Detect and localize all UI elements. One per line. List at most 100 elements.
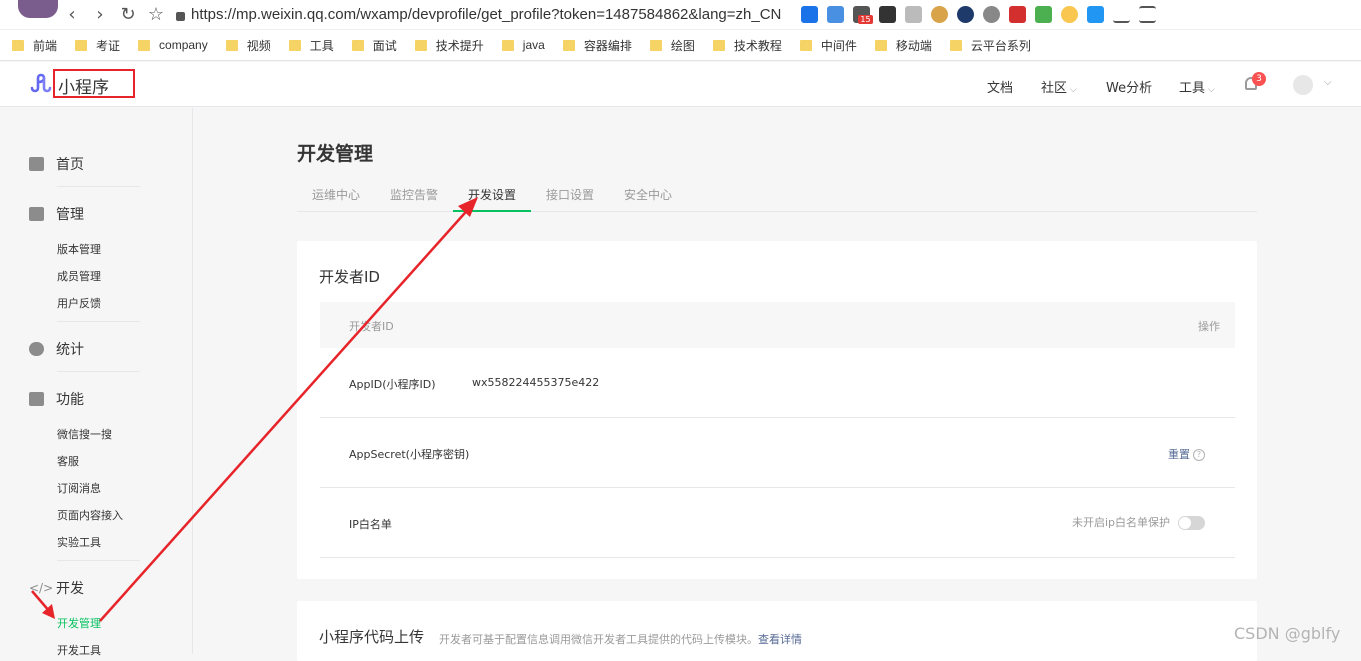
folder-icon	[225, 39, 238, 51]
sidebar-item-dev-tools[interactable]: 开发工具	[57, 642, 101, 658]
reload-button[interactable]: ↻	[114, 4, 142, 25]
sidebar-section-manage[interactable]: 管理	[29, 204, 84, 224]
forward-button[interactable]: ›	[86, 4, 114, 25]
row-label: AppSecret(小程序密钥)	[349, 448, 470, 461]
miniprogram-logo-icon[interactable]	[29, 72, 53, 94]
bookmark-folder[interactable]: company	[138, 38, 208, 52]
tab-dev-settings[interactable]: 开发设置	[468, 186, 516, 203]
folder-icon	[562, 39, 575, 51]
row-label: AppID(小程序ID)	[349, 378, 436, 391]
table-row: IP白名单 未开启ip白名单保护	[320, 488, 1235, 558]
extension-icon[interactable]	[1061, 6, 1079, 23]
sidebar-item-version[interactable]: 版本管理	[57, 241, 101, 257]
sidebar-item-stats[interactable]: 统计	[29, 339, 84, 359]
sidebar-section-features[interactable]: 功能	[29, 389, 84, 409]
divider	[57, 186, 140, 187]
address-bar[interactable]: https://mp.weixin.qq.com/wxamp/devprofil…	[176, 6, 781, 23]
nav-we-analysis[interactable]: We分析	[1106, 77, 1152, 96]
sidebar-item-lab-tools[interactable]: 实验工具	[57, 534, 101, 550]
extension-icon[interactable]	[905, 6, 923, 23]
folder-icon	[712, 39, 725, 51]
nav-docs[interactable]: 文档	[987, 77, 1013, 96]
folder-icon	[649, 39, 662, 51]
view-details-link[interactable]: 查看详情	[758, 633, 802, 646]
sidebar-item-search[interactable]: 微信搜一搜	[57, 426, 112, 442]
sidebar: 首页 管理 版本管理 成员管理 用户反馈 统计 功能 微信搜一搜 客服 订阅消息…	[0, 108, 193, 657]
divider	[57, 371, 140, 372]
chevron-down-icon[interactable]: ⌵	[1324, 77, 1332, 88]
sidebar-item-members[interactable]: 成员管理	[57, 268, 101, 284]
tab-monitoring[interactable]: 监控告警	[390, 186, 438, 203]
extension-icon[interactable]	[801, 6, 819, 23]
divider	[57, 560, 140, 561]
bookmark-folder[interactable]: 容器编排	[562, 37, 632, 54]
bookmark-folder[interactable]: 工具	[288, 37, 334, 54]
bookmark-folder[interactable]: 绘图	[649, 37, 695, 54]
bookmark-star-button[interactable]: ☆	[142, 4, 170, 25]
extension-icon[interactable]	[957, 6, 975, 23]
bookmark-folder[interactable]: 视频	[225, 37, 271, 54]
tab-ops-center[interactable]: 运维中心	[312, 186, 360, 203]
sidebar-item-subscribe-msg[interactable]: 订阅消息	[57, 480, 101, 496]
lock-icon	[176, 11, 185, 21]
avatar[interactable]	[1293, 75, 1313, 95]
folder-icon	[874, 39, 887, 51]
folder-icon	[501, 39, 514, 51]
menu-icon[interactable]	[1139, 6, 1157, 23]
column-header: 操作	[1198, 320, 1220, 333]
back-button[interactable]: ‹	[58, 4, 86, 25]
extension-icon[interactable]	[879, 6, 897, 23]
folder-icon	[138, 39, 151, 51]
tab-api-settings[interactable]: 接口设置	[546, 186, 594, 203]
extension-icon[interactable]	[983, 6, 1001, 23]
browser-toolbar: ‹ › ↻ ☆ https://mp.weixin.qq.com/wxamp/d…	[0, 0, 1361, 30]
watermark: CSDN @gblfy	[1234, 624, 1341, 643]
ip-whitelist-toggle[interactable]	[1178, 516, 1205, 530]
tab-favicon[interactable]	[18, 0, 58, 18]
sidebar-section-dev[interactable]: </> 开发	[29, 578, 84, 598]
bookmark-folder[interactable]: 技术提升	[414, 37, 484, 54]
bookmark-folder[interactable]: 技术教程	[712, 37, 782, 54]
brand-title[interactable]: 小程序	[58, 73, 109, 98]
sidebar-item-home[interactable]: 首页	[29, 154, 84, 174]
sidebar-item-content-access[interactable]: 页面内容接入	[57, 507, 123, 523]
table-row: AppSecret(小程序密钥) 重置?	[320, 418, 1235, 488]
bookmark-folder[interactable]: java	[501, 38, 545, 52]
active-tab-indicator	[453, 210, 531, 212]
code-upload-desc: 开发者可基于配置信息调用微信开发者工具提供的代码上传模块。查看详情	[439, 633, 802, 646]
translate-icon[interactable]	[827, 6, 845, 23]
grid-icon	[29, 392, 44, 406]
nav-tools[interactable]: 工具 ⌵	[1179, 77, 1215, 96]
reset-secret-link[interactable]: 重置?	[1168, 446, 1205, 462]
ip-whitelist-control: 未开启ip白名单保护	[1072, 514, 1205, 530]
extension-icon[interactable]: 15	[853, 6, 873, 24]
sidebar-item-customer-service[interactable]: 客服	[57, 453, 79, 469]
bookmark-folder[interactable]: 云平台系列	[949, 37, 1031, 54]
folder-icon	[414, 39, 427, 51]
bookmark-folder[interactable]: 移动端	[874, 37, 932, 54]
page-title: 开发管理	[297, 143, 374, 165]
chevron-down-icon: ⌵	[1205, 85, 1215, 95]
extension-icon[interactable]	[1009, 6, 1027, 23]
bookmark-folder[interactable]: 考证	[75, 37, 120, 54]
bookmark-folder[interactable]: 前端	[12, 37, 57, 54]
sidebar-item-dev-manage[interactable]: 开发管理	[57, 615, 101, 631]
divider	[57, 321, 140, 322]
bookmark-folder[interactable]: 中间件	[799, 37, 857, 54]
developer-id-title: 开发者ID	[319, 268, 380, 286]
nav-community[interactable]: 社区 ⌵	[1041, 77, 1077, 96]
code-upload-card: 小程序代码上传 开发者可基于配置信息调用微信开发者工具提供的代码上传模块。查看详…	[297, 601, 1257, 661]
extension-icon[interactable]	[1035, 6, 1053, 23]
column-header: 开发者ID	[349, 320, 394, 333]
sidebar-item-feedback[interactable]: 用户反馈	[57, 295, 101, 311]
tab-security-center[interactable]: 安全中心	[624, 186, 672, 203]
extension-icon[interactable]	[1087, 6, 1105, 23]
notification-badge: 3	[1252, 72, 1266, 86]
extension-icon[interactable]	[931, 6, 949, 23]
extension-badge: 15	[858, 15, 873, 24]
help-icon[interactable]: ?	[1193, 449, 1205, 461]
download-icon[interactable]	[1113, 6, 1131, 23]
developer-id-card: 开发者ID 开发者ID 操作 AppID(小程序ID) wx5582244553…	[297, 241, 1257, 579]
folder-icon	[288, 39, 301, 51]
bookmark-folder[interactable]: 面试	[351, 37, 397, 54]
